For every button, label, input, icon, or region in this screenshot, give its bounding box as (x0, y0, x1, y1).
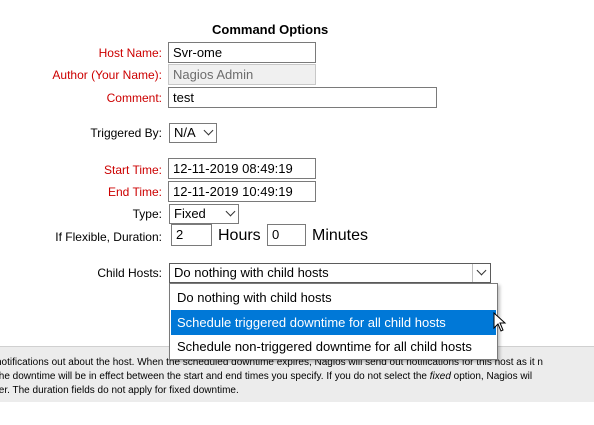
type-select[interactable]: Fixed (169, 204, 239, 224)
end-time-field[interactable]: 12-11-2019 10:49:19 (168, 181, 316, 202)
hours-label: Hours (218, 227, 261, 244)
host-name-label: Host Name: (98, 46, 162, 60)
chevron-down-icon (203, 125, 214, 136)
duration-hours-field[interactable]: 2 (171, 224, 212, 246)
minutes-label: Minutes (312, 227, 369, 244)
description-fixed-term: fixed (429, 371, 451, 382)
page-title: Command Options (212, 22, 329, 37)
triggered-by-select[interactable]: N/A (169, 123, 217, 143)
horizontal-scroll-area (0, 402, 594, 425)
child-hosts-select[interactable]: Do nothing with child hosts (169, 263, 491, 283)
duration-minutes-field[interactable]: 0 (267, 224, 306, 246)
child-hosts-option[interactable]: Schedule non-triggered downtime for all … (171, 334, 496, 359)
type-value: Fixed (174, 206, 206, 221)
description-line-3: ter. The duration fields do not apply fo… (0, 385, 239, 396)
triggered-by-value: N/A (174, 125, 196, 140)
description-line-2-b: option, Nagios wil (450, 371, 533, 382)
duration-label: If Flexible, Duration: (55, 230, 162, 244)
chevron-down-icon (476, 265, 487, 276)
description-line-2: the downtime will be in effect between t… (0, 370, 532, 384)
dropdown-button[interactable] (472, 264, 490, 282)
child-hosts-option[interactable]: Do nothing with child hosts (171, 285, 496, 310)
type-label: Type: (132, 207, 162, 221)
start-time-field[interactable]: 12-11-2019 08:49:19 (168, 158, 316, 179)
child-hosts-option-highlighted[interactable]: Schedule triggered downtime for all chil… (171, 310, 496, 335)
child-hosts-dropdown-list: Do nothing with child hosts Schedule tri… (169, 283, 498, 360)
author-label: Author (Your Name): (52, 68, 162, 82)
description-line-2-a: the downtime will be in effect between t… (0, 371, 430, 382)
comment-field[interactable]: test (168, 87, 437, 108)
chevron-down-icon (225, 206, 236, 217)
host-name-field[interactable]: Svr-ome (168, 42, 316, 63)
author-field[interactable]: Nagios Admin (168, 64, 316, 85)
child-hosts-value: Do nothing with child hosts (174, 265, 329, 280)
start-time-label: Start Time: (103, 163, 162, 177)
child-hosts-label: Child Hosts: (97, 266, 162, 280)
triggered-by-label: Triggered By: (90, 126, 162, 140)
comment-label: Comment: (106, 91, 162, 105)
end-time-label: End Time: (107, 185, 162, 199)
mouse-cursor-icon (493, 312, 507, 332)
